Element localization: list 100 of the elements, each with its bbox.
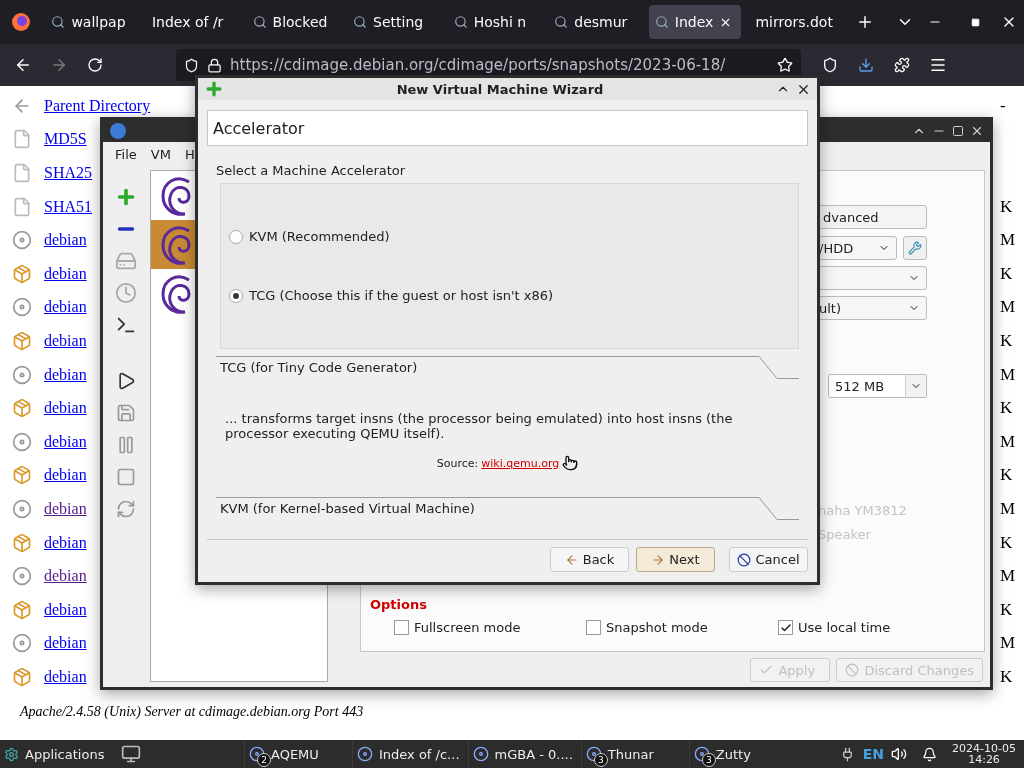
browser-tab[interactable]: Index of /r: [145, 5, 239, 39]
keyboard-layout[interactable]: EN: [862, 746, 885, 762]
file-link[interactable]: debian: [44, 499, 87, 517]
cancel-button[interactable]: Cancel: [729, 547, 808, 572]
hand-cursor-icon: [562, 455, 579, 471]
file-link[interactable]: debian: [44, 600, 87, 618]
file-link[interactable]: debian: [44, 231, 87, 249]
app-icon: [472, 746, 489, 762]
taskbar-item[interactable]: 2 AQEMU: [244, 740, 348, 768]
menu-item[interactable]: H: [184, 146, 195, 162]
browser-tab[interactable]: Setting: [347, 5, 440, 39]
file-size: K: [1000, 398, 1014, 419]
section-heading: TCG (for Tiny Code Generator): [216, 356, 759, 375]
file-link[interactable]: debian: [44, 533, 87, 551]
package-icon: [12, 532, 32, 553]
section-divider: [759, 497, 799, 520]
disc-icon: [12, 566, 32, 587]
file-size: K: [1000, 330, 1014, 351]
back-button[interactable]: Back: [550, 547, 629, 572]
apps-icon: [4, 746, 19, 762]
cancel-icon: [737, 552, 752, 567]
file-size: K: [1000, 532, 1014, 553]
package-icon: [12, 599, 32, 620]
right-arrow-icon: [651, 552, 666, 567]
taskbar-item[interactable]: 3 Thunar: [580, 740, 685, 768]
bookmark-icon[interactable]: [777, 57, 793, 73]
clock: 2024-10-05 14:26: [951, 743, 1017, 765]
shield-icon: [184, 57, 199, 73]
file-link[interactable]: debian: [44, 331, 87, 349]
file-size: -: [1000, 95, 1007, 116]
tools-button[interactable]: [903, 236, 927, 260]
taskbar-item[interactable]: mGBA - 0....: [467, 740, 577, 768]
add-icon: [204, 79, 224, 99]
file-link[interactable]: SHA25: [44, 164, 92, 181]
file-link[interactable]: debian: [44, 432, 87, 450]
maximize-icon[interactable]: [952, 125, 964, 137]
file-size: M: [1000, 633, 1017, 654]
browser-tab[interactable]: Index: [648, 5, 742, 39]
browser-tab[interactable]: Hoshi n: [447, 5, 541, 39]
close-icon[interactable]: [970, 124, 984, 138]
file-size: K: [1000, 465, 1014, 486]
disc-icon: [12, 297, 32, 318]
disc-icon: [12, 431, 32, 452]
file-size: K: [1000, 599, 1014, 620]
package-icon: [12, 330, 32, 351]
wrench-icon: [908, 241, 922, 255]
file-size: M: [1000, 498, 1017, 519]
memory-dropdown[interactable]: 512 MB: [828, 374, 927, 398]
app-icon: [249, 746, 265, 762]
section-heading: KVM (for Kernel-based Virtual Machine): [216, 497, 759, 516]
taskbar-item[interactable]: 3 Zutty: [688, 740, 793, 768]
source-label: Source:: [436, 456, 479, 470]
next-button[interactable]: Next: [636, 547, 715, 572]
file-link[interactable]: debian: [44, 264, 87, 282]
file-link[interactable]: debian: [44, 567, 87, 585]
window-count: 3: [593, 753, 608, 767]
description-text: ... transforms target insns (the processor being emulated) into host insns (the processor executing QEMU itself).: [225, 411, 734, 441]
app-icon: [585, 746, 602, 762]
file-link[interactable]: debian: [44, 667, 87, 685]
options-heading: Options: [370, 597, 428, 612]
window-count: 3: [701, 753, 716, 767]
applications-menu[interactable]: Applications: [0, 740, 112, 768]
server-signature: Apache/2.4.58 (Unix) Server at cdimage.debian.org Port 443: [18, 703, 365, 720]
file-link[interactable]: debian: [44, 365, 87, 383]
cancel-icon: [845, 663, 860, 677]
file-link[interactable]: Parent Directory: [44, 96, 151, 114]
file-link[interactable]: debian: [44, 466, 87, 484]
app-logo-icon: [109, 122, 127, 140]
browser-tab[interactable]: desmur: [548, 5, 641, 39]
file-size: K: [1000, 666, 1014, 687]
file-size: M: [1000, 566, 1017, 587]
taskbar-item[interactable]: Index of /c...: [352, 740, 464, 768]
radio-option[interactable]: KVM (Recommended): [229, 229, 798, 244]
file-link[interactable]: debian: [44, 399, 87, 417]
check-icon: [779, 621, 792, 634]
file-link[interactable]: debian: [44, 634, 87, 652]
package-icon: [12, 465, 32, 486]
file-link[interactable]: MD5S: [44, 130, 87, 148]
disc-icon: [12, 633, 32, 654]
checkbox[interactable]: Fullscreen mode: [394, 620, 586, 635]
file-link[interactable]: debian: [44, 298, 87, 316]
dialog-title: New Virtual Machine Wizard: [395, 81, 605, 97]
checkbox[interactable]: Snapshot mode: [586, 620, 778, 635]
checkbox[interactable]: Use local time: [778, 620, 970, 635]
app-icon: [693, 746, 710, 762]
file-size: M: [1000, 431, 1017, 452]
browser-tab[interactable]: Blocked: [246, 5, 340, 39]
menu-item[interactable]: File: [115, 146, 137, 162]
section-divider: [759, 356, 799, 379]
menu-item[interactable]: VM: [150, 146, 171, 162]
document-icon: [12, 196, 32, 217]
document-icon: [12, 129, 32, 150]
browser-tab[interactable]: mirrors.dot: [749, 5, 842, 39]
file-link[interactable]: SHA51: [44, 197, 92, 215]
file-size: K: [1000, 196, 1014, 217]
browser-tab[interactable]: wallpap: [45, 5, 138, 39]
app-icon: [357, 746, 373, 762]
disc-icon: [12, 498, 32, 519]
radio-option[interactable]: TCG (Choose this if the guest or host isn't x86): [229, 288, 798, 303]
source-link[interactable]: wiki.qemu.org: [481, 456, 560, 470]
